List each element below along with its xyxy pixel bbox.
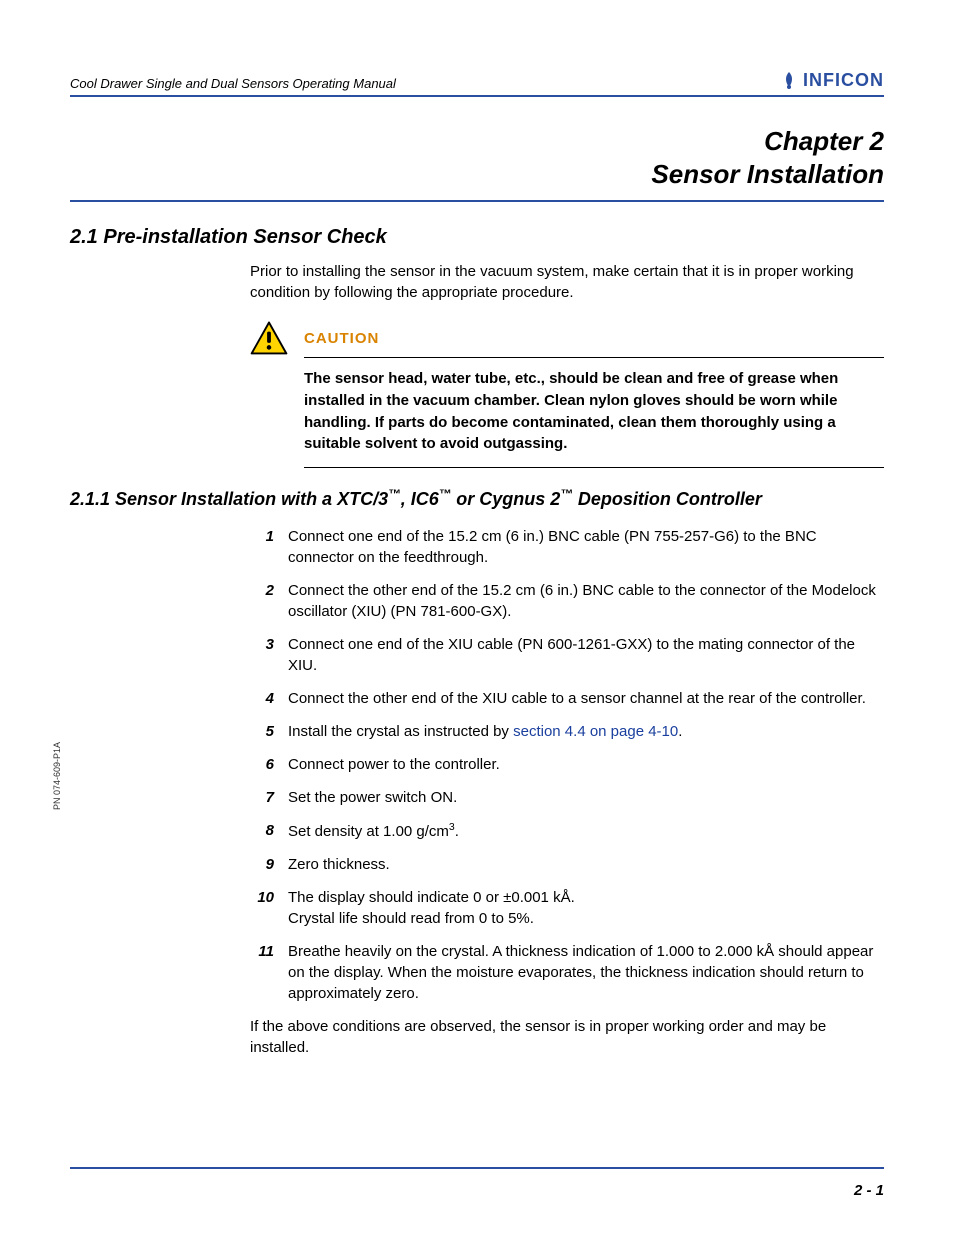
page-header: Cool Drawer Single and Dual Sensors Oper… <box>70 70 884 97</box>
step-9: 9Zero thickness. <box>250 854 884 875</box>
caution-rule-bottom <box>304 467 884 468</box>
brand-logo: INFICON <box>779 70 884 91</box>
caution-rule-top <box>304 357 884 358</box>
logo-icon <box>779 71 799 91</box>
caution-label: CAUTION <box>304 330 379 347</box>
step-1: 1Connect one end of the 15.2 cm (6 in.) … <box>250 526 884 568</box>
step-11: 11Breathe heavily on the crystal. A thic… <box>250 941 884 1004</box>
section-2-1-1-heading: 2.1.1 Sensor Installation with a XTC/3™,… <box>70 486 884 512</box>
footer-rule <box>70 1167 884 1169</box>
caution-text: The sensor head, water tube, etc., shoul… <box>304 368 884 455</box>
step-3: 3Connect one end of the XIU cable (PN 60… <box>250 634 884 676</box>
step-5: 5Install the crystal as instructed by se… <box>250 721 884 742</box>
step-list: 1Connect one end of the 15.2 cm (6 in.) … <box>250 526 884 1004</box>
closing-paragraph: If the above conditions are observed, th… <box>250 1016 884 1058</box>
step-4: 4Connect the other end of the XIU cable … <box>250 688 884 709</box>
step-10: 10The display should indicate 0 or ±0.00… <box>250 887 884 929</box>
step-6: 6Connect power to the controller. <box>250 754 884 775</box>
page-number: 2 - 1 <box>854 1182 884 1199</box>
section-2-1-intro: Prior to installing the sensor in the va… <box>250 261 884 303</box>
section-2-1-heading: 2.1 Pre-installation Sensor Check <box>70 226 884 249</box>
brand-text: INFICON <box>803 70 884 91</box>
step-7: 7Set the power switch ON. <box>250 787 884 808</box>
cross-ref-link[interactable]: section 4.4 on page 4-10 <box>513 723 678 740</box>
step-8: 8Set density at 1.00 g/cm3. <box>250 820 884 842</box>
warning-icon <box>250 321 288 355</box>
step-2: 2Connect the other end of the 15.2 cm (6… <box>250 580 884 622</box>
chapter-title: Chapter 2 Sensor Installation <box>70 125 884 202</box>
caution-block: CAUTION The sensor head, water tube, etc… <box>250 321 884 468</box>
chapter-number: Chapter 2 <box>70 125 884 158</box>
part-number-sidebar: PN 074-609-P1A <box>52 742 62 810</box>
running-title: Cool Drawer Single and Dual Sensors Oper… <box>70 76 396 91</box>
chapter-name: Sensor Installation <box>70 158 884 191</box>
